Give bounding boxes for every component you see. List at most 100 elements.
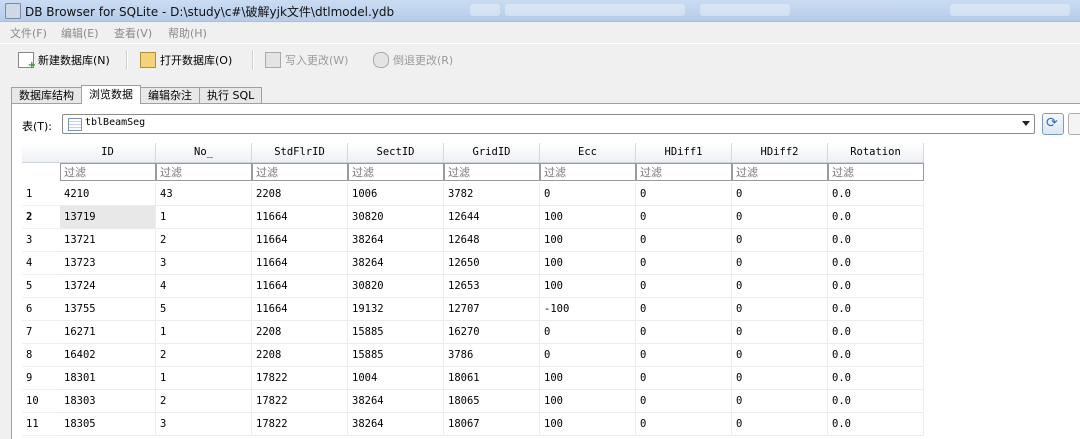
table-cell[interactable]: 18303: [60, 390, 156, 413]
column-filter-input[interactable]: [732, 163, 828, 181]
table-cell[interactable]: 18301: [60, 367, 156, 390]
tab-browse-data[interactable]: 浏览数据: [81, 85, 141, 104]
table-cell[interactable]: 100: [540, 367, 636, 390]
table-cell[interactable]: 15885: [348, 321, 444, 344]
table-cell[interactable]: 12650: [444, 252, 540, 275]
chevron-down-icon[interactable]: [1022, 121, 1030, 126]
table-cell[interactable]: 11664: [252, 275, 348, 298]
table-cell[interactable]: 13724: [60, 275, 156, 298]
table-cell[interactable]: 0: [732, 298, 828, 321]
table-cell[interactable]: 4210: [60, 183, 156, 206]
table-cell[interactable]: 0.0: [828, 252, 924, 275]
table-cell[interactable]: 0.0: [828, 206, 924, 229]
table-cell[interactable]: 0: [636, 413, 732, 436]
table-cell[interactable]: 13719: [60, 206, 156, 229]
table-cell[interactable]: 0.0: [828, 390, 924, 413]
table-cell[interactable]: 2208: [252, 321, 348, 344]
table-cell[interactable]: 0: [540, 321, 636, 344]
column-filter-input[interactable]: [540, 163, 636, 181]
column-filter-input[interactable]: [636, 163, 732, 181]
table-cell[interactable]: 3786: [444, 344, 540, 367]
table-cell[interactable]: 100: [540, 413, 636, 436]
tab-database-structure[interactable]: 数据库结构: [11, 87, 82, 104]
table-cell[interactable]: 0: [636, 298, 732, 321]
table-cell[interactable]: 0: [732, 390, 828, 413]
table-cell[interactable]: 38264: [348, 252, 444, 275]
table-cell[interactable]: 0: [636, 206, 732, 229]
column-filter-input[interactable]: [444, 163, 540, 181]
table-cell[interactable]: 16402: [60, 344, 156, 367]
table-cell[interactable]: 1: [156, 321, 252, 344]
table-cell[interactable]: 0: [636, 344, 732, 367]
table-cell[interactable]: 1: [156, 206, 252, 229]
table-cell[interactable]: 0: [540, 344, 636, 367]
table-cell[interactable]: 43: [156, 183, 252, 206]
table-cell[interactable]: 38264: [348, 229, 444, 252]
table-cell[interactable]: 18065: [444, 390, 540, 413]
column-header[interactable]: HDiff1: [636, 143, 732, 163]
table-cell[interactable]: 11664: [252, 229, 348, 252]
table-cell[interactable]: 100: [540, 275, 636, 298]
table-cell[interactable]: 12648: [444, 229, 540, 252]
column-filter-input[interactable]: [252, 163, 348, 181]
table-cell[interactable]: 0: [732, 252, 828, 275]
table-cell[interactable]: 1004: [348, 367, 444, 390]
table-cell[interactable]: 0: [636, 183, 732, 206]
column-header[interactable]: No_: [156, 143, 252, 163]
table-cell[interactable]: 5: [156, 298, 252, 321]
row-number[interactable]: 1: [22, 183, 60, 206]
table-cell[interactable]: 0.0: [828, 367, 924, 390]
column-header[interactable]: ID: [60, 143, 156, 163]
table-cell[interactable]: 0.0: [828, 183, 924, 206]
table-cell[interactable]: 0.0: [828, 275, 924, 298]
table-cell[interactable]: 0: [732, 275, 828, 298]
table-cell[interactable]: 18067: [444, 413, 540, 436]
column-filter-input[interactable]: [828, 163, 924, 181]
table-selector[interactable]: tblBeamSeg: [62, 114, 1035, 134]
column-header[interactable]: GridID: [444, 143, 540, 163]
row-number[interactable]: 5: [22, 275, 60, 298]
table-cell[interactable]: 16270: [444, 321, 540, 344]
table-cell[interactable]: 0: [636, 275, 732, 298]
row-number[interactable]: 6: [22, 298, 60, 321]
table-cell[interactable]: 100: [540, 206, 636, 229]
table-cell[interactable]: 38264: [348, 413, 444, 436]
table-cell[interactable]: 0: [636, 252, 732, 275]
table-cell[interactable]: 0: [732, 413, 828, 436]
table-cell[interactable]: 0.0: [828, 413, 924, 436]
table-cell[interactable]: 38264: [348, 390, 444, 413]
row-number[interactable]: 10: [22, 390, 60, 413]
table-cell[interactable]: 2208: [252, 183, 348, 206]
refresh-button[interactable]: ⟳: [1042, 113, 1064, 135]
column-header[interactable]: Ecc: [540, 143, 636, 163]
table-cell[interactable]: 15885: [348, 344, 444, 367]
column-header[interactable]: Rotation: [828, 143, 924, 163]
table-cell[interactable]: 100: [540, 229, 636, 252]
table-cell[interactable]: 0: [732, 367, 828, 390]
table-cell[interactable]: 0: [732, 229, 828, 252]
table-cell[interactable]: 3: [156, 252, 252, 275]
table-cell[interactable]: 0: [540, 183, 636, 206]
table-cell[interactable]: 12644: [444, 206, 540, 229]
table-cell[interactable]: 11664: [252, 298, 348, 321]
table-cell[interactable]: 2208: [252, 344, 348, 367]
tab-execute-sql[interactable]: 执行 SQL: [199, 87, 263, 104]
row-number[interactable]: 11: [22, 413, 60, 436]
tab-edit-pragmas[interactable]: 编辑杂注: [140, 87, 200, 104]
table-cell[interactable]: 30820: [348, 275, 444, 298]
new-database-button[interactable]: 新建数据库(N): [18, 50, 110, 71]
table-cell[interactable]: 0.0: [828, 229, 924, 252]
table-cell[interactable]: 0.0: [828, 344, 924, 367]
table-cell[interactable]: 12653: [444, 275, 540, 298]
table-cell[interactable]: 16271: [60, 321, 156, 344]
row-number[interactable]: 4: [22, 252, 60, 275]
table-cell[interactable]: 13755: [60, 298, 156, 321]
table-cell[interactable]: 18061: [444, 367, 540, 390]
table-cell[interactable]: 1: [156, 367, 252, 390]
table-cell[interactable]: 0: [732, 206, 828, 229]
revert-changes-button[interactable]: 倒退更改(R): [373, 50, 453, 70]
table-cell[interactable]: 13723: [60, 252, 156, 275]
column-filter-input[interactable]: [348, 163, 444, 181]
column-header[interactable]: SectID: [348, 143, 444, 163]
table-cell[interactable]: 1006: [348, 183, 444, 206]
